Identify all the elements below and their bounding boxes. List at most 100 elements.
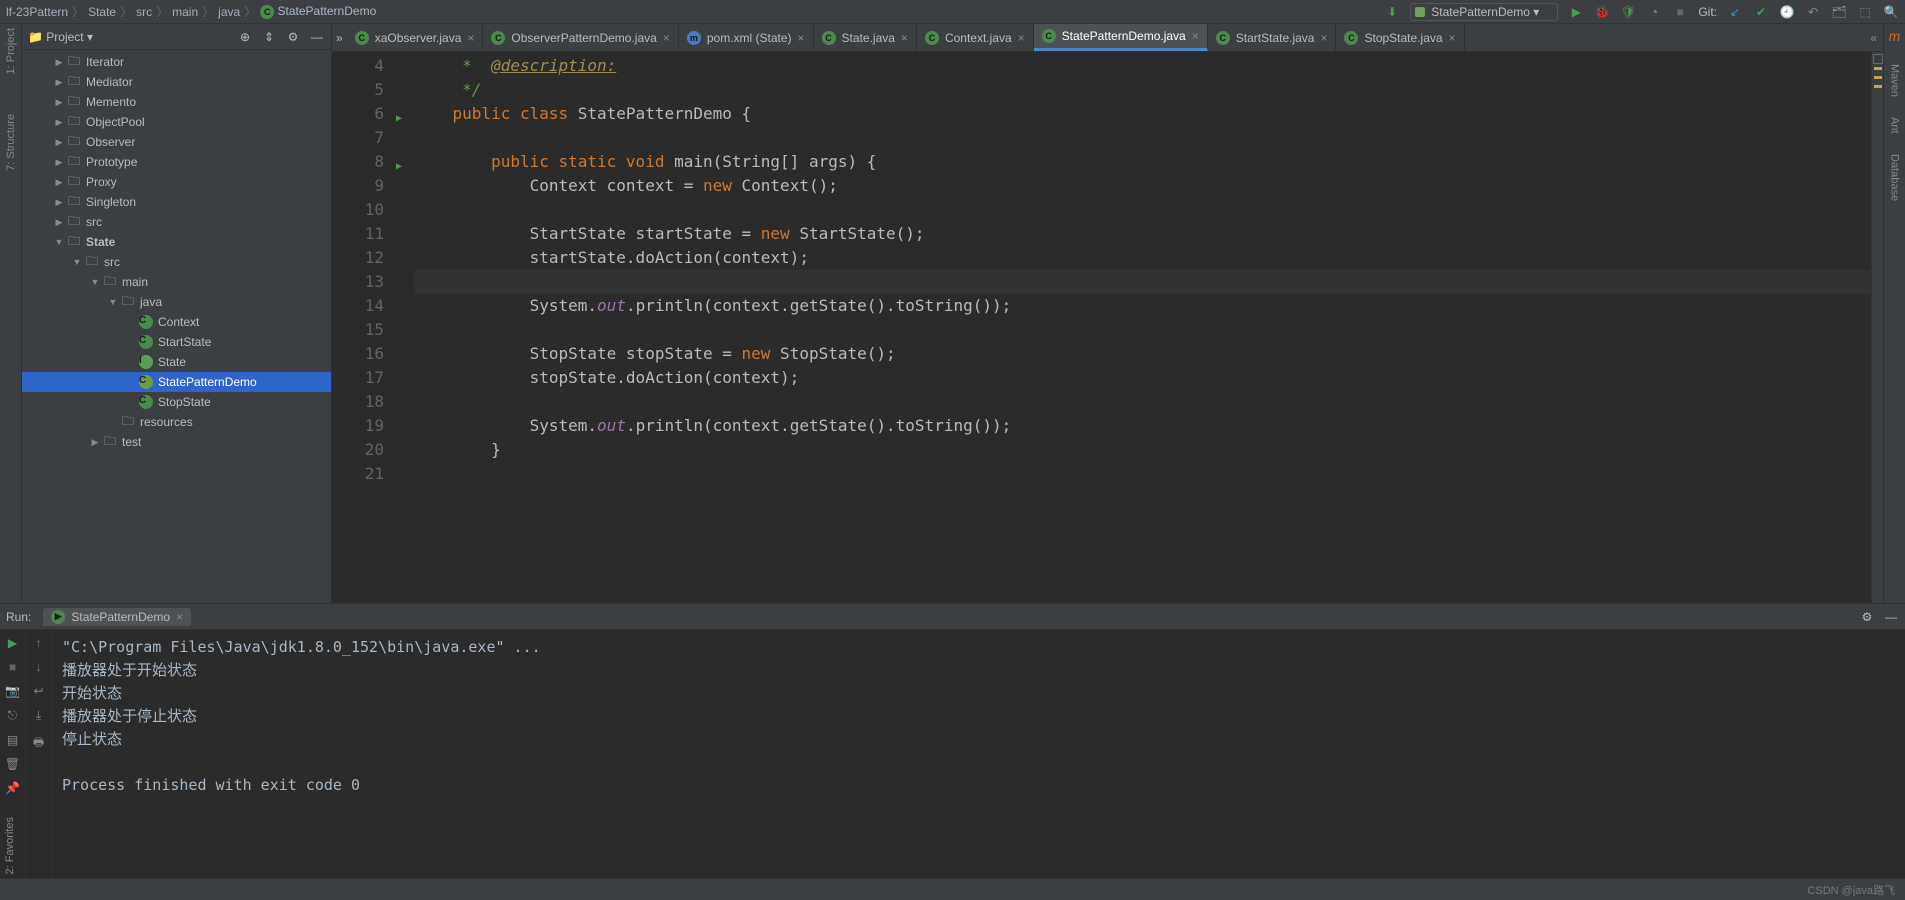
line-number[interactable]: 7 <box>332 126 384 150</box>
breadcrumb-item[interactable]: src <box>136 5 152 19</box>
close-icon[interactable]: × <box>1018 31 1025 45</box>
debug-icon[interactable]: 🐞 <box>1594 4 1610 20</box>
git-revert-icon[interactable]: ↶ <box>1805 4 1821 20</box>
collapse-icon[interactable]: ⇕ <box>261 29 277 45</box>
line-number[interactable]: 12 <box>332 246 384 270</box>
tree-item-statepatterndemo[interactable]: CStatePatternDemo <box>22 372 331 392</box>
code-line[interactable]: Context context = new Context(); <box>414 174 1871 198</box>
tool-database[interactable]: Database <box>1889 154 1901 201</box>
line-number[interactable]: 21 <box>332 462 384 486</box>
code-line[interactable]: System.out.println(context.getState().to… <box>414 414 1871 438</box>
run-config-dropdown[interactable]: StatePatternDemo ▾ <box>1410 3 1558 21</box>
wrap-icon[interactable]: ↩ <box>33 684 43 698</box>
editor-tab[interactable]: CContext.java× <box>917 24 1034 51</box>
code-line[interactable]: System.out.println(context.getState().to… <box>414 294 1871 318</box>
tree-arrow-icon[interactable]: ▶ <box>52 57 66 68</box>
tree-item-main[interactable]: ▼🗀main <box>22 272 331 292</box>
close-icon[interactable]: × <box>176 610 183 624</box>
tree-item-proxy[interactable]: ▶🗀Proxy <box>22 172 331 192</box>
code-area[interactable]: * @description: */ public class StatePat… <box>414 52 1871 603</box>
code-line[interactable]: startState.doAction(context); <box>414 246 1871 270</box>
editor-tab[interactable]: CObserverPatternDemo.java× <box>483 24 678 51</box>
tree-item-src[interactable]: ▶🗀src <box>22 212 331 232</box>
line-number[interactable]: 8▶ <box>332 150 384 174</box>
close-icon[interactable]: × <box>1320 31 1327 45</box>
code-line[interactable] <box>414 126 1871 150</box>
code-line[interactable]: stopState.doAction(context); <box>414 366 1871 390</box>
code-line[interactable] <box>414 270 1871 294</box>
project-panel-title[interactable]: 📁 Project ▾ <box>28 30 93 44</box>
tree-item-stopstate[interactable]: CStopState <box>22 392 331 412</box>
project-structure-icon[interactable]: 🗂 <box>1831 4 1847 20</box>
tree-arrow-icon[interactable]: ▼ <box>52 237 66 247</box>
dump-icon[interactable]: 📷 <box>5 684 20 698</box>
tree-arrow-icon[interactable]: ▼ <box>70 257 84 267</box>
layout-icon[interactable]: ▤ <box>7 733 18 747</box>
code-line[interactable]: public static void main(String[] args) { <box>414 150 1871 174</box>
code-line[interactable]: } <box>414 438 1871 462</box>
tree-arrow-icon[interactable]: ▶ <box>52 137 66 148</box>
build-icon[interactable]: ⬇ <box>1384 4 1400 20</box>
line-number[interactable]: 17 <box>332 366 384 390</box>
code-line[interactable]: public class StatePatternDemo { <box>414 102 1871 126</box>
tree-item-src[interactable]: ▼🗀src <box>22 252 331 272</box>
tool-maven[interactable]: Maven <box>1889 64 1901 97</box>
tree-item-context[interactable]: CContext <box>22 312 331 332</box>
tree-item-prototype[interactable]: ▶🗀Prototype <box>22 152 331 172</box>
tree-arrow-icon[interactable]: ▼ <box>106 297 120 307</box>
code-line[interactable] <box>414 390 1871 414</box>
tab-scroll-icon[interactable]: « <box>1864 31 1883 45</box>
close-icon[interactable]: × <box>798 31 805 45</box>
breadcrumb[interactable]: lf-23Pattern〉State〉src〉main〉java〉C State… <box>6 3 1384 20</box>
locate-icon[interactable]: ⊕ <box>237 29 253 45</box>
editor-tab[interactable]: CStopState.java× <box>1336 24 1464 51</box>
breadcrumb-item[interactable]: C StatePatternDemo <box>260 4 376 19</box>
breadcrumb-item[interactable]: State <box>88 5 116 19</box>
line-number[interactable]: 13 <box>332 270 384 294</box>
tool-ant[interactable]: Ant <box>1889 117 1901 134</box>
editor-tab[interactable]: mpom.xml (State)× <box>679 24 814 51</box>
close-icon[interactable]: × <box>1192 29 1199 43</box>
console-output[interactable]: "C:\Program Files\Java\jdk1.8.0_152\bin\… <box>52 630 1905 878</box>
line-number[interactable]: 5 <box>332 78 384 102</box>
tree-item-memento[interactable]: ▶🗀Memento <box>22 92 331 112</box>
hide-panel-icon[interactable]: — <box>309 29 325 45</box>
editor-tab[interactable]: CState.java× <box>814 24 917 51</box>
line-number[interactable]: 9 <box>332 174 384 198</box>
git-commit-icon[interactable]: ✔ <box>1753 4 1769 20</box>
up-icon[interactable]: ↑ <box>36 636 42 650</box>
code-line[interactable]: */ <box>414 78 1871 102</box>
line-number[interactable]: 15 <box>332 318 384 342</box>
project-tree[interactable]: ▶🗀Iterator▶🗀Mediator▶🗀Memento▶🗀ObjectPoo… <box>22 50 331 603</box>
tree-item-resources[interactable]: 🗀resources <box>22 412 331 432</box>
tree-item-test[interactable]: ▶🗀test <box>22 432 331 452</box>
tree-arrow-icon[interactable]: ▶ <box>52 177 66 188</box>
profiler-icon[interactable]: ◔ <box>1646 4 1662 20</box>
run-tab[interactable]: ▶ StatePatternDemo × <box>43 608 191 626</box>
run-gear-icon[interactable]: ⚙ <box>1859 609 1875 625</box>
line-number[interactable]: 14 <box>332 294 384 318</box>
breadcrumb-item[interactable]: main <box>172 5 198 19</box>
coverage-icon[interactable]: 🛡 <box>1620 4 1636 20</box>
stop-icon[interactable]: ■ <box>1672 4 1688 20</box>
line-number[interactable]: 19 <box>332 414 384 438</box>
rerun-icon[interactable]: ▶ <box>8 636 17 650</box>
close-icon[interactable]: × <box>663 31 670 45</box>
line-number[interactable]: 4 <box>332 54 384 78</box>
tree-item-observer[interactable]: ▶🗀Observer <box>22 132 331 152</box>
close-icon[interactable]: × <box>901 31 908 45</box>
editor-tab[interactable]: CStartState.java× <box>1208 24 1337 51</box>
git-pull-icon[interactable]: ↙ <box>1727 4 1743 20</box>
maven-m-icon[interactable]: m <box>1889 28 1901 44</box>
close-icon[interactable]: × <box>467 31 474 45</box>
editor-tab[interactable]: CxaObserver.java× <box>347 24 484 51</box>
code-line[interactable] <box>414 462 1871 486</box>
run-hide-icon[interactable]: — <box>1883 609 1899 625</box>
stop-button-icon[interactable]: ■ <box>9 660 16 674</box>
tree-arrow-icon[interactable]: ▶ <box>88 437 102 448</box>
tree-arrow-icon[interactable]: ▶ <box>52 97 66 108</box>
line-number[interactable]: 16 <box>332 342 384 366</box>
tree-item-state[interactable]: IState <box>22 352 331 372</box>
line-number[interactable]: 18 <box>332 390 384 414</box>
tool-project[interactable]: 1: Project <box>5 28 17 74</box>
